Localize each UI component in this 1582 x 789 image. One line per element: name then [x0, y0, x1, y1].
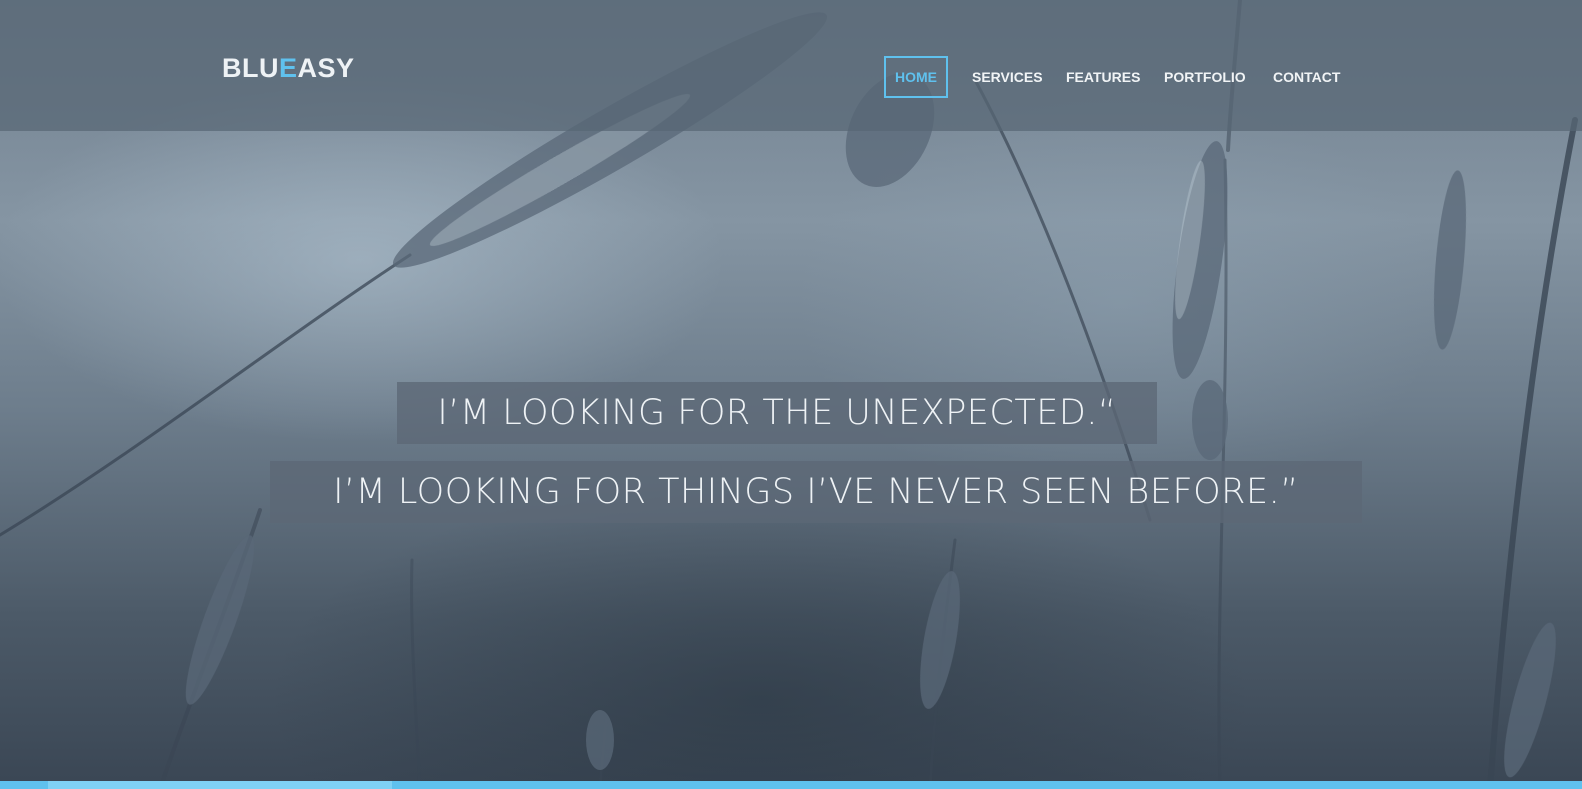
main-nav: HOME SERVICES FEATURES PORTFOLIO CONTACT — [0, 56, 1582, 98]
bottom-accent-bar — [0, 781, 1582, 789]
hero-quote-line-1: I’M LOOKING FOR THE UNEXPECTED.“ — [397, 382, 1157, 444]
bottom-accent-segment — [48, 781, 392, 789]
nav-item-portfolio[interactable]: PORTFOLIO — [1164, 56, 1246, 98]
hero-quote-line-2: I’M LOOKING FOR THINGS I’VE NEVER SEEN B… — [270, 461, 1362, 523]
nav-item-services[interactable]: SERVICES — [972, 56, 1043, 98]
nav-item-features[interactable]: FEATURES — [1066, 56, 1140, 98]
nav-item-contact[interactable]: CONTACT — [1273, 56, 1340, 98]
site-header: BLUEASY HOME SERVICES FEATURES PORTFOLIO… — [0, 0, 1582, 131]
nav-item-home[interactable]: HOME — [884, 56, 948, 98]
